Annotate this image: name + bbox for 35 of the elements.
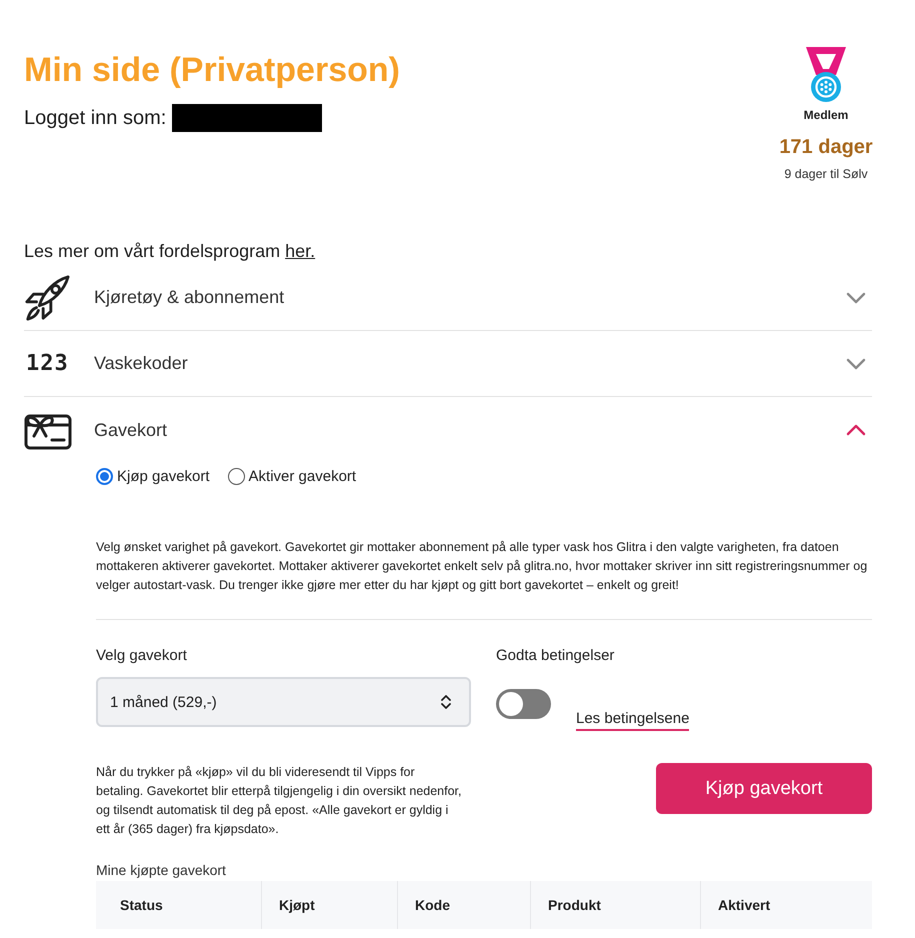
toggle-switch[interactable] — [496, 689, 551, 719]
page-title: Min side (Privatperson) — [24, 50, 400, 90]
description-text: Velg ønsket varighet på gavekort. Gavekortet gir mottaker abonnement på alle typer vask hos Glitra i den valgte varigheten, fra datoen mottakeren aktiverer gavekortet. Mottaker aktiverer gavekortet enkelt selv på glitra.no, hvor mottaker skriver inn sitt registreringsnummer og velger autostart-vask. Du trenger ikke gjøre mer etter du har kjøpt og gitt bort gavekortet – enkelt og greit! — [96, 539, 868, 594]
column-header: Kjøpt — [262, 881, 398, 929]
radio-option[interactable]: Aktiver gavekort — [228, 468, 356, 484]
accordion-header[interactable]: Gavekort — [24, 397, 872, 463]
up-down-chevron-icon — [441, 694, 451, 710]
next-level-text: 9 dager til Sølv — [784, 166, 868, 182]
column-header: Aktivert — [717, 896, 772, 915]
radio-button[interactable] — [96, 468, 113, 484]
membership-level: Medlem — [804, 107, 848, 123]
rocket-icon — [24, 274, 70, 320]
buy-button[interactable]: Kjøp gavekort — [656, 763, 872, 814]
accordion-header[interactable]: Kjøretøy & abonnement — [24, 265, 872, 331]
chevron-up-icon — [846, 424, 866, 436]
field-label: Velg gavekort — [96, 646, 188, 666]
payment-note: Når du trykker på «kjøp» vil du bli videresendt til Vipps for betaling. Gavekortet blir etterpå tilgjengelig i din oversikt nedenfor, og tilsendt automatisk til deg på epost. «Alle gavekort er gyldig i ett år (365 dager) fra kjøpsdato». — [96, 764, 462, 838]
column-header: Produkt — [531, 881, 701, 929]
table-title: Mine kjøpte gavekort — [96, 861, 227, 879]
column-header: Status — [96, 881, 262, 929]
field-label: Godta betingelser — [496, 646, 616, 666]
terms-link[interactable]: Les betingelsene — [576, 709, 690, 731]
column-header: Kode — [398, 881, 531, 929]
gift-card-select[interactable]: 1 måned (529,-) — [96, 677, 471, 727]
radio-button[interactable] — [228, 468, 245, 484]
program-link[interactable]: her. — [285, 241, 316, 261]
accordion-header[interactable]: 123 Vaskekoder — [24, 331, 872, 397]
chevron-down-icon — [846, 358, 866, 370]
radio-option[interactable]: Kjøp gavekort — [96, 468, 210, 484]
medal-icon — [806, 47, 846, 103]
membership-days: 171 dager — [779, 135, 873, 159]
digits-icon: 123 — [26, 350, 69, 376]
chevron-down-icon — [846, 292, 866, 304]
logged-in-label: Logget inn som: — [24, 106, 166, 130]
program-text: Les mer om vårt fordelsprogram her. — [24, 240, 316, 263]
